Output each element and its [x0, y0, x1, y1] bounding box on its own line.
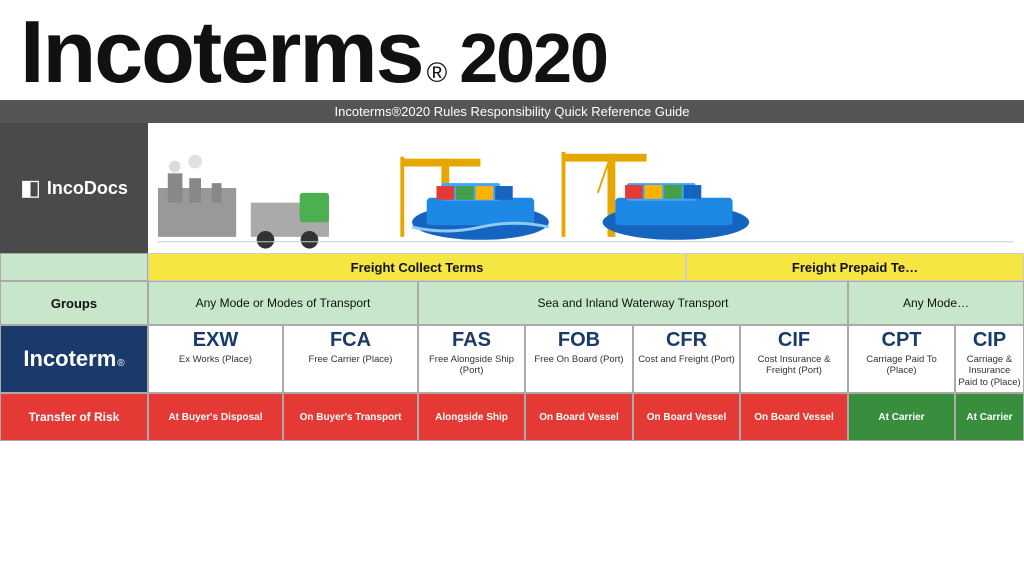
- table-section: Freight Collect Terms Freight Prepaid Te…: [0, 253, 1024, 441]
- freight-prepaid-label: Freight Prepaid Te…: [686, 253, 1024, 281]
- groups-row: Groups Any Mode or Modes of Transport Se…: [0, 281, 1024, 325]
- incodocs-icon: ◧: [20, 175, 41, 201]
- title-incoterms: Incoterms: [20, 8, 423, 96]
- groups-sea-inland: Sea and Inland Waterway Transport: [418, 281, 848, 325]
- groups-label: Groups: [0, 281, 148, 325]
- incodocs-logo: ◧ IncoDocs: [20, 175, 128, 201]
- subtitle-bar: Incoterms®2020 Rules Responsibility Quic…: [0, 100, 1024, 123]
- incoterm-row: Incoterm ® EXW Ex Works (Place) FCA Free…: [0, 325, 1024, 393]
- incodocs-brand: IncoDocs: [47, 178, 128, 199]
- subtitle-text: Incoterms®2020 Rules Responsibility Quic…: [335, 104, 690, 119]
- title-year: 2020: [459, 23, 607, 93]
- risk-cip: At Carrier: [955, 393, 1024, 441]
- incoterm-cfr: CFR Cost and Freight (Port): [633, 325, 740, 393]
- freight-row: Freight Collect Terms Freight Prepaid Te…: [0, 253, 1024, 281]
- incoterm-exw: EXW Ex Works (Place): [148, 325, 283, 393]
- incoterm-cip: CIP Carriage & Insurance Paid to (Place): [955, 325, 1024, 393]
- illustration-area: [148, 123, 1024, 253]
- sidebar: ◧ IncoDocs: [0, 123, 148, 253]
- incoterm-fob: FOB Free On Board (Port): [525, 325, 633, 393]
- illustration-svg: [158, 127, 1014, 249]
- risk-fca: On Buyer's Transport: [283, 393, 418, 441]
- risk-cif: On Board Vessel: [740, 393, 848, 441]
- incoterm-fas: FAS Free Alongside Ship (Port): [418, 325, 525, 393]
- risk-fob: On Board Vessel: [525, 393, 633, 441]
- incoterm-label-text: Incoterm: [23, 346, 116, 372]
- incoterm-label-cell: Incoterm ®: [0, 325, 148, 393]
- risk-fas: Alongside Ship: [418, 393, 525, 441]
- groups-any-mode-2: Any Mode…: [848, 281, 1024, 325]
- header: Incoterms® 2020: [0, 0, 1024, 100]
- freight-collect-label: Freight Collect Terms: [148, 253, 686, 281]
- registered-symbol: ®: [427, 59, 448, 87]
- incoterm-cpt: CPT Carriage Paid To (Place): [848, 325, 955, 393]
- risk-cfr: On Board Vessel: [633, 393, 740, 441]
- risk-row: Transfer of Risk At Buyer's Disposal On …: [0, 393, 1024, 441]
- risk-exw: At Buyer's Disposal: [148, 393, 283, 441]
- risk-label: Transfer of Risk: [0, 393, 148, 441]
- incoterm-fca: FCA Free Carrier (Place): [283, 325, 418, 393]
- incoterm-reg-symbol: ®: [117, 358, 124, 369]
- incoterm-cif: CIF Cost Insurance & Freight (Port): [740, 325, 848, 393]
- risk-cpt: At Carrier: [848, 393, 955, 441]
- groups-any-mode: Any Mode or Modes of Transport: [148, 281, 418, 325]
